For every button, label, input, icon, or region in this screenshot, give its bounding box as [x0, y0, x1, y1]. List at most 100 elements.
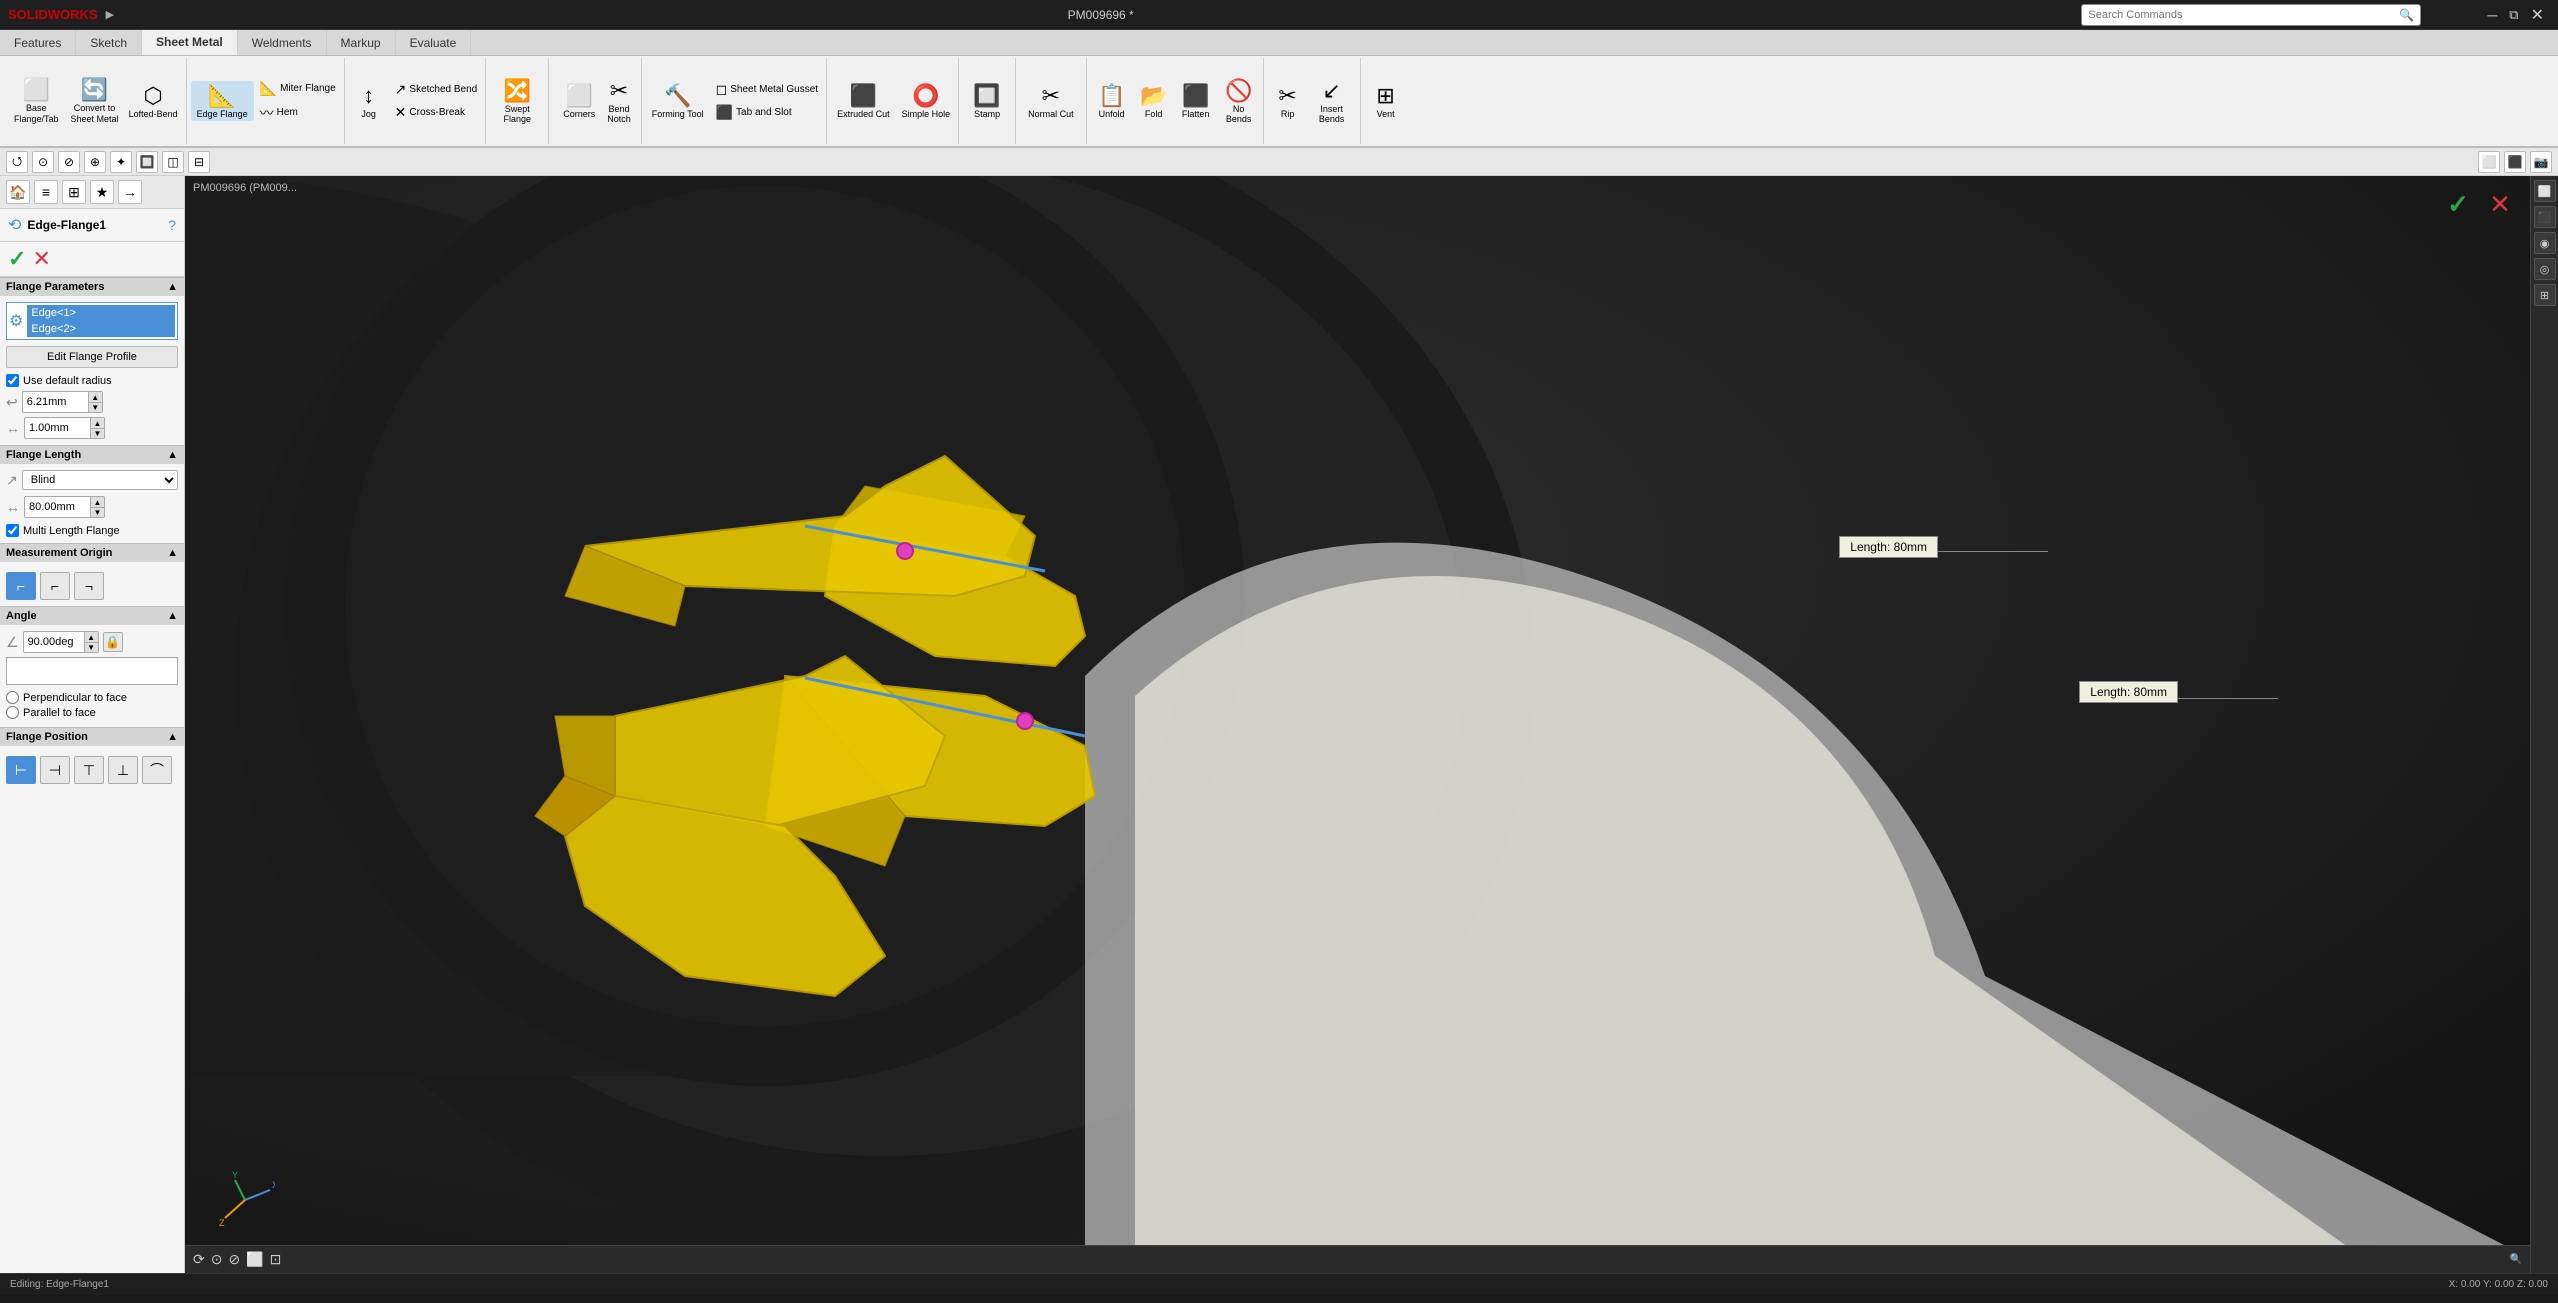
gap-down[interactable]: ▼ [90, 428, 104, 438]
gap-up[interactable]: ▲ [90, 418, 104, 428]
vent-btn[interactable]: ⊞Vent [1367, 81, 1405, 121]
cross-break-btn[interactable]: ✕Cross-Break [391, 102, 482, 123]
view-toggle-3[interactable]: 📷 [2530, 151, 2552, 173]
no-bends-btn[interactable]: 🚫NoBends [1219, 76, 1259, 126]
rip-btn[interactable]: ✂Rip [1270, 81, 1306, 121]
view-toggle-2[interactable]: ⬛ [2504, 151, 2526, 173]
tab-sketch[interactable]: Sketch [76, 30, 142, 55]
viewport-reject-btn[interactable]: ✕ [2482, 186, 2518, 222]
flange-parameters-header[interactable]: Flange Parameters ▲ [0, 277, 184, 296]
tab-features[interactable]: Features [0, 30, 76, 55]
radius-up[interactable]: ▲ [88, 392, 102, 402]
angle-lock-btn[interactable]: 🔒 [103, 632, 123, 652]
tab-sheet-metal[interactable]: Sheet Metal [142, 30, 238, 55]
radius-input[interactable] [23, 394, 88, 410]
measurement-origin-header[interactable]: Measurement Origin ▲ [0, 543, 184, 562]
sub-tool-1[interactable]: ⭯ [6, 151, 28, 173]
length-up[interactable]: ▲ [90, 497, 104, 507]
viewport-accept-btn[interactable]: ✓ [2440, 186, 2476, 222]
panel-tool-home[interactable]: 🏠 [6, 180, 30, 204]
convert-btn[interactable]: 🔄Convert toSheet Metal [67, 75, 123, 127]
angle-ref-input[interactable] [6, 657, 178, 685]
fp-bend-outside[interactable]: ⊤ [74, 756, 104, 784]
bt-1[interactable]: ⟳ [193, 1251, 205, 1268]
bt-5[interactable]: ⊡ [270, 1251, 282, 1268]
close-button[interactable]: ✕ [2525, 5, 2550, 25]
mini-tool-5[interactable]: ⊞ [2534, 284, 2556, 306]
fp-material-inside[interactable]: ⊢ [6, 756, 36, 784]
swept-flange-btn[interactable]: 🔀SweptFlange [492, 76, 542, 126]
sub-tool-5[interactable]: ✦ [110, 151, 132, 173]
perp-face-radio[interactable] [6, 691, 19, 704]
hem-btn[interactable]: 〰Hem [256, 101, 340, 125]
simple-hole-btn[interactable]: ⭕Simple Hole [898, 81, 955, 121]
flatten-btn[interactable]: ⬛Flatten [1175, 81, 1217, 121]
corners-btn[interactable]: ⬜Corners [555, 81, 603, 121]
sub-tool-3[interactable]: ⊘ [58, 151, 80, 173]
fp-material-outside[interactable]: ⊣ [40, 756, 70, 784]
bt-3[interactable]: ⊘ [228, 1251, 240, 1268]
mini-tool-4[interactable]: ◎ [2534, 258, 2556, 280]
flange-type-select[interactable]: Blind Up to Vertex Up to Surface [22, 470, 178, 490]
panel-tool-list[interactable]: ≡ [34, 180, 58, 204]
fp-bend-inside[interactable]: ⊥ [108, 756, 138, 784]
mini-tool-3[interactable]: ◉ [2534, 232, 2556, 254]
angle-input[interactable] [24, 634, 84, 650]
panel-tool-arrow[interactable]: → [118, 180, 142, 204]
sub-tool-4[interactable]: ⊕ [84, 151, 106, 173]
meas-btn-outer[interactable]: ⌐ [6, 572, 36, 600]
panel-tool-star[interactable]: ★ [90, 180, 114, 204]
meas-btn-bend-outside[interactable]: ⌐ [40, 572, 70, 600]
angle-up[interactable]: ▲ [84, 632, 98, 642]
help-icon[interactable]: ? [168, 217, 176, 233]
restore-button[interactable]: ⧉ [2503, 7, 2524, 23]
bend-notch-btn[interactable]: ✂BendNotch [603, 76, 635, 126]
use-default-radius-checkbox[interactable] [6, 374, 19, 387]
jog-btn[interactable]: ↕Jog [349, 81, 389, 121]
normal-cut-btn[interactable]: ✂Normal Cut [1022, 81, 1080, 121]
sketched-bend-btn[interactable]: ↗Sketched Bend [391, 79, 482, 100]
fp-tangent[interactable]: ⌒ [142, 756, 172, 784]
tab-slot-btn[interactable]: ⬛Tab and Slot [712, 102, 822, 123]
tab-markup[interactable]: Markup [327, 30, 396, 55]
bt-2[interactable]: ⊙ [211, 1251, 223, 1268]
gap-input[interactable] [25, 420, 90, 436]
sub-tool-8[interactable]: ⊟ [188, 151, 210, 173]
length-input[interactable] [25, 499, 90, 515]
edge-item-1[interactable]: Edge<1> [27, 305, 175, 321]
multi-length-checkbox[interactable] [6, 524, 19, 537]
tab-weldments[interactable]: Weldments [238, 30, 327, 55]
flange-position-header[interactable]: Flange Position ▲ [0, 727, 184, 746]
sub-tool-2[interactable]: ⊙ [32, 151, 54, 173]
angle-down[interactable]: ▼ [84, 642, 98, 652]
extruded-cut-btn[interactable]: ⬛Extruded Cut [831, 81, 896, 121]
panel-tool-grid[interactable]: ⊞ [62, 180, 86, 204]
angle-header[interactable]: Angle ▲ [0, 606, 184, 625]
bt-4[interactable]: ⬜ [246, 1251, 263, 1268]
radius-down[interactable]: ▼ [88, 402, 102, 412]
edge-flange-btn[interactable]: 📐Edge Flange [191, 81, 254, 121]
minimize-button[interactable]: ─ [2481, 7, 2503, 23]
unfold-btn[interactable]: 📋Unfold [1091, 81, 1133, 121]
flange-length-header[interactable]: Flange Length ▲ [0, 445, 184, 464]
view-toggle-1[interactable]: ⬜ [2478, 151, 2500, 173]
meas-btn-bend-inside[interactable]: ¬ [74, 572, 104, 600]
fold-btn[interactable]: 📂Fold [1135, 81, 1173, 121]
length-down[interactable]: ▼ [90, 507, 104, 517]
insert-bends-btn[interactable]: ↙InsertBends [1310, 76, 1354, 126]
base-btn[interactable]: ⬜BaseFlange/Tab [8, 75, 65, 127]
miter-flange-btn[interactable]: 📐Miter Flange [256, 78, 340, 99]
mini-tool-1[interactable]: ⬜ [2534, 180, 2556, 202]
reject-button[interactable]: ✕ [32, 246, 50, 272]
tab-evaluate[interactable]: Evaluate [396, 30, 472, 55]
accept-button[interactable]: ✓ [8, 246, 26, 272]
sub-tool-6[interactable]: 🔲 [136, 151, 158, 173]
edge-item-2[interactable]: Edge<2> [27, 321, 175, 337]
forming-tool-btn[interactable]: 🔨Forming Tool [646, 81, 710, 121]
sub-tool-7[interactable]: ◫ [162, 151, 184, 173]
sheet-metal-gusset-btn[interactable]: ◻Sheet Metal Gusset [712, 79, 822, 100]
mini-tool-2[interactable]: ⬛ [2534, 206, 2556, 228]
edit-flange-profile-btn[interactable]: Edit Flange Profile [6, 346, 178, 368]
stamp-btn[interactable]: 🔲Stamp [965, 81, 1009, 121]
lofted-btn[interactable]: ⬡Lofted-Bend [125, 81, 182, 121]
